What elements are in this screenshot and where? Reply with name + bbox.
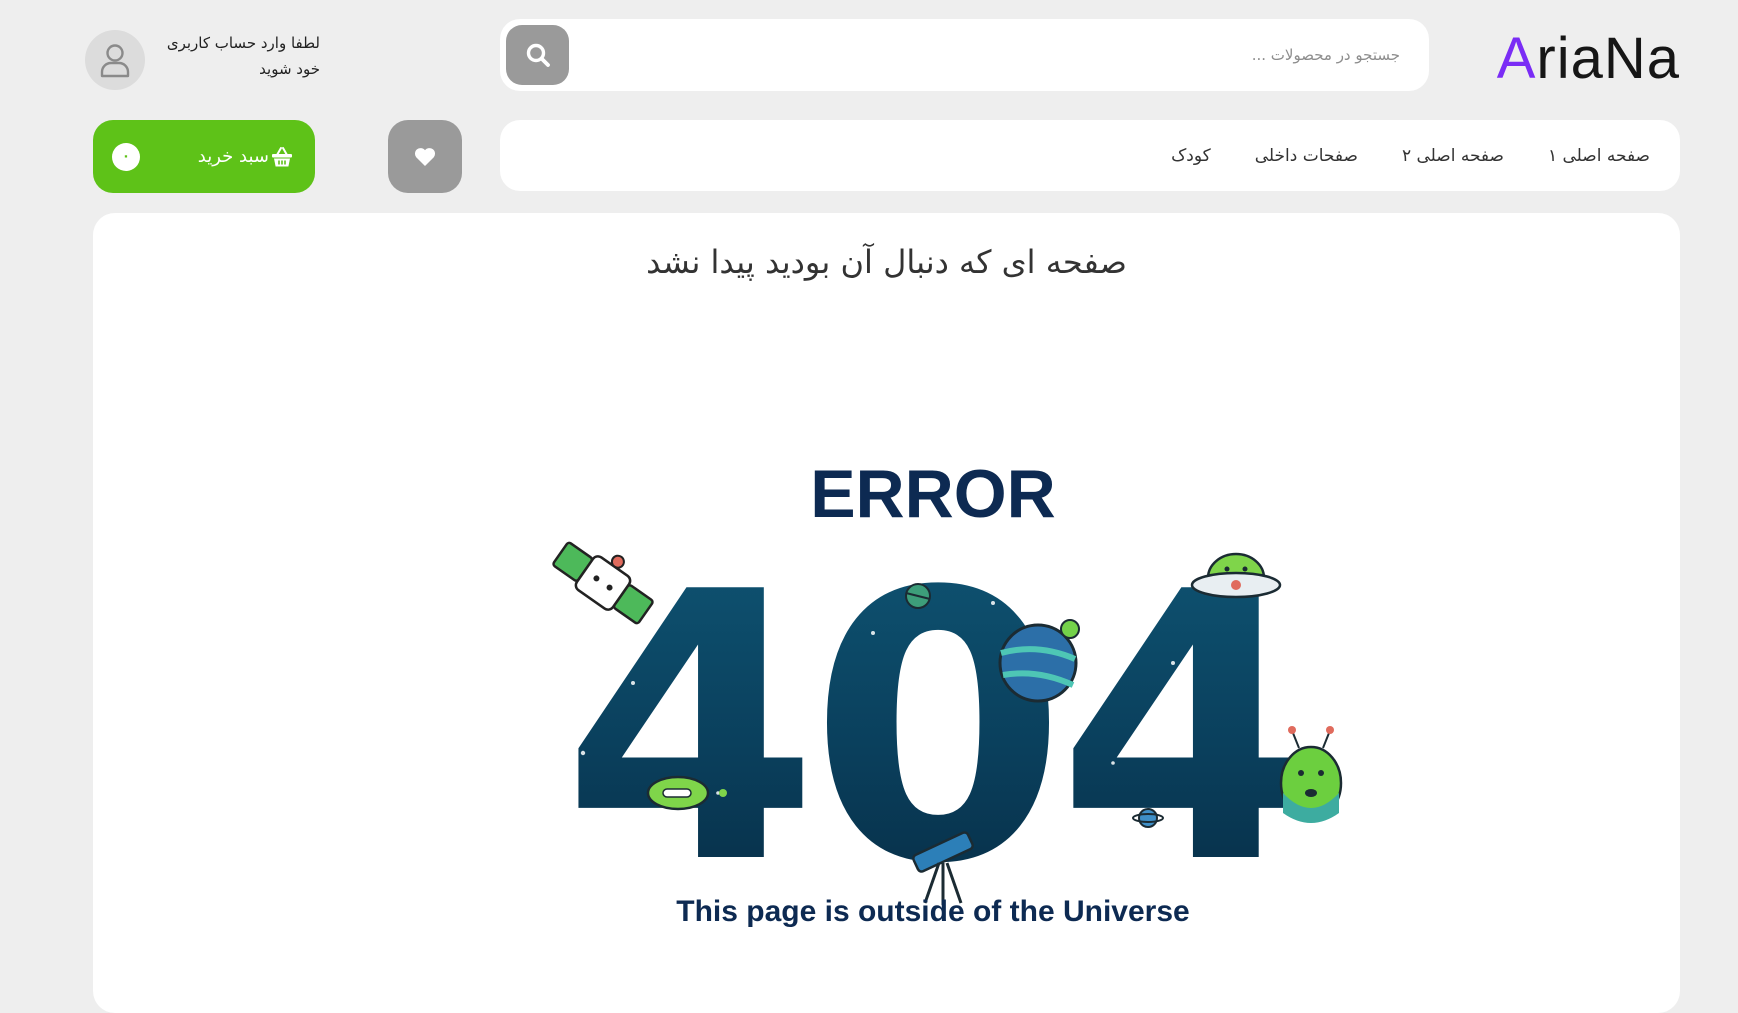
wishlist-button[interactable] [388, 120, 462, 193]
cart-label: سبد خرید [197, 146, 269, 167]
small-planet-icon [905, 583, 931, 609]
login-prompt[interactable]: لطفا وارد حساب کاربری خود شوید [150, 30, 320, 82]
logo[interactable]: AriaNa [1484, 24, 1680, 94]
logo-accent-letter: A [1496, 26, 1537, 91]
search-input[interactable] [590, 19, 1400, 91]
user-icon [100, 44, 130, 78]
login-prompt-line2: خود شوید [259, 60, 320, 78]
page-title: صفحه ای که دنبال آن بودید پیدا نشد [646, 243, 1127, 281]
login-prompt-line1: لطفا وارد حساب کاربری [166, 34, 320, 52]
nav-item-inner-pages[interactable]: صفحات داخلی [1255, 146, 1358, 166]
logo-text: riaNa [1536, 26, 1680, 91]
nav-item-home-2[interactable]: صفحه اصلی ۲ [1402, 146, 1504, 166]
nav-item-kids[interactable]: کودک [1171, 146, 1211, 166]
heart-icon [414, 147, 436, 166]
nav-item-home-1[interactable]: صفحه اصلی ۱ [1548, 146, 1650, 166]
cart-count-badge: ۰ [112, 143, 140, 171]
main-card: صفحه ای که دنبال آن بودید پیدا نشد ERROR… [93, 213, 1680, 1013]
search-button[interactable] [506, 25, 569, 85]
basket-icon [272, 147, 292, 167]
error-tagline: This page is outside of the Universe [676, 895, 1189, 928]
cart-button[interactable]: ۰ سبد خرید [93, 120, 315, 193]
search-box [500, 19, 1429, 91]
error-404-illustration: ERROR 404 This page is outside of the Un… [552, 456, 1343, 945]
search-icon [526, 43, 550, 67]
main-nav: صفحه اصلی ۱ صفحه اصلی ۲ صفحات داخلی کودک [500, 120, 1680, 191]
avatar[interactable] [85, 30, 145, 90]
